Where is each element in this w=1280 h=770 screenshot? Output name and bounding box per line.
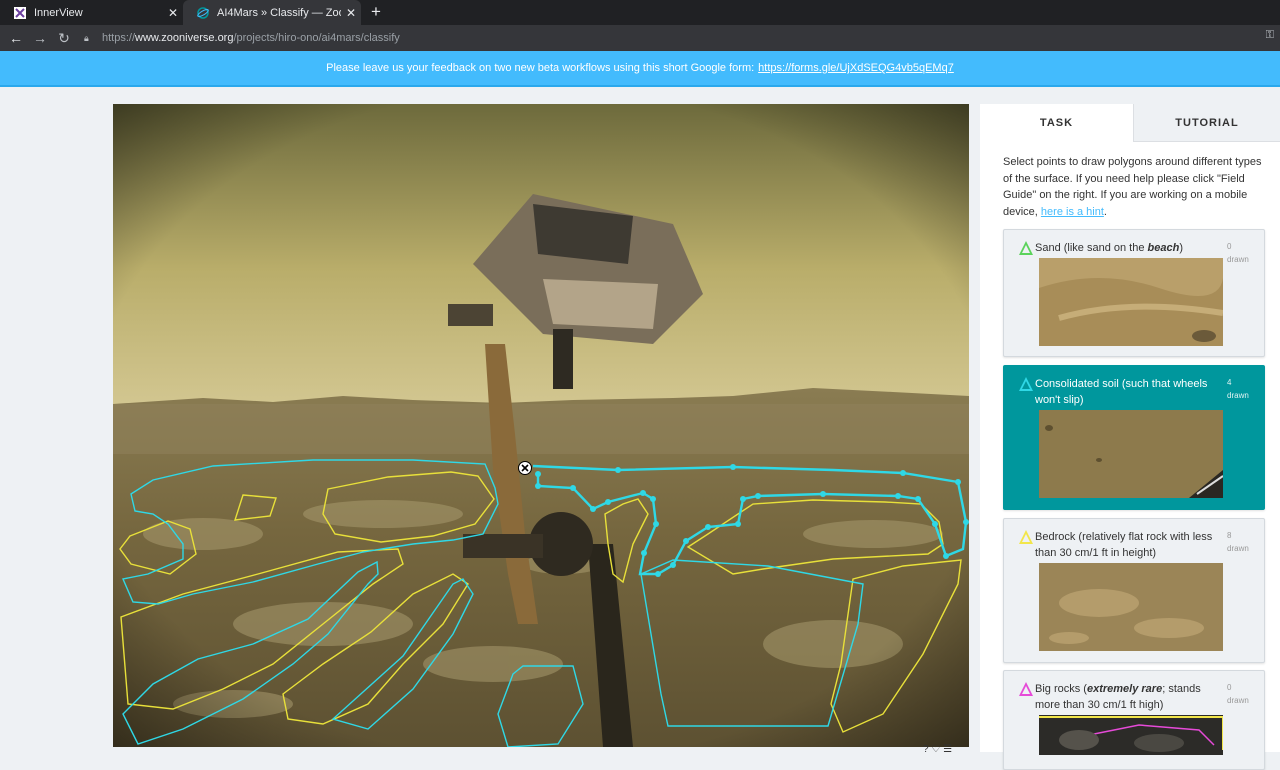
tool-consolidated-soil[interactable]: Consolidated soil (such that wheels won'… [1003, 365, 1265, 510]
url-host: www.zooniverse.org [135, 32, 234, 44]
close-icon[interactable]: ✕ [163, 6, 183, 20]
feedback-form-link[interactable]: https://forms.gle/UjXdSEQG4vb5qEMq7 [758, 62, 954, 74]
task-instructions: Select points to draw polygons around di… [1003, 154, 1263, 220]
lock-icon: 🔒︎ [84, 32, 89, 43]
sand-example-image [1039, 258, 1223, 346]
bedrock-triangle-icon [1019, 530, 1033, 544]
tool-label: Sand (like sand on the beach) [1035, 242, 1183, 254]
feedback-banner: Please leave us your feedback on two new… [0, 51, 1280, 87]
drawn-count: 4 drawn [1227, 378, 1249, 400]
delete-polygon-icon[interactable] [518, 461, 532, 475]
task-tabs: TASK TUTORIAL [980, 104, 1280, 142]
big-rocks-triangle-icon [1019, 682, 1033, 696]
tool-big-rocks[interactable]: Big rocks (extremely rare; stands more t… [1003, 670, 1265, 770]
browser-toolbar: ← → ↻ 🔒︎ https://www.zooniverse.org/proj… [0, 25, 1280, 51]
reload-icon[interactable]: ↻ [52, 26, 76, 50]
banner-text: Please leave us your feedback on two new… [326, 62, 755, 74]
key-icon[interactable]: ⚿ [1266, 29, 1274, 42]
tab-tutorial[interactable]: TUTORIAL [1133, 104, 1280, 142]
back-arrow-icon[interactable]: ← [4, 26, 28, 50]
soil-triangle-icon [1019, 377, 1033, 391]
browser-tab-strip: InnerView ✕ AI4Mars » Classify — Zoonive… [0, 0, 1280, 25]
zooniverse-favicon-icon [197, 6, 209, 19]
instructions-end: . [1103, 205, 1107, 218]
tab-task[interactable]: TASK [980, 104, 1133, 142]
soil-example-image [1039, 410, 1223, 498]
browser-tab-innerview[interactable]: InnerView ✕ [0, 0, 183, 25]
tool-label: Big rocks (extremely rare; stands more t… [1035, 683, 1201, 711]
new-tab-plus-icon[interactable]: + [366, 2, 386, 22]
bedrock-example-image [1039, 563, 1223, 651]
subject-image-viewer[interactable] [113, 104, 969, 747]
drawn-count: 0 drawn [1227, 242, 1249, 264]
address-bar[interactable]: 🔒︎ https://www.zooniverse.org/projects/h… [84, 28, 1274, 48]
close-icon[interactable]: ✕ [341, 6, 361, 20]
url-path: /projects/hiro-ono/ai4mars/classify [233, 32, 400, 44]
innerview-favicon-icon [14, 6, 26, 19]
tab-title: InnerView [34, 6, 83, 19]
url-prefix: https:// [102, 32, 136, 44]
forward-arrow-icon[interactable]: → [28, 26, 52, 50]
drawn-count: 8 drawn [1227, 531, 1249, 553]
task-panel: TASK TUTORIAL Select points to draw poly… [980, 104, 1280, 770]
big-rocks-example-image [1039, 715, 1223, 755]
tool-label: Consolidated soil (such that wheels won'… [1035, 378, 1208, 406]
tab-title: AI4Mars » Classify — Zooniverse [217, 6, 341, 19]
browser-tab-ai4mars[interactable]: AI4Mars » Classify — Zooniverse ✕ [183, 0, 361, 25]
drawn-count: 0 drawn [1227, 683, 1249, 705]
sand-triangle-icon [1019, 241, 1033, 255]
mars-rover-image[interactable] [113, 104, 969, 747]
tool-sand[interactable]: Sand (like sand on the beach) 0 drawn [1003, 229, 1265, 357]
tool-bedrock[interactable]: Bedrock (relatively flat rock with less … [1003, 518, 1265, 663]
image-toolbar-icons[interactable]: ? ♡ ☰ [923, 744, 952, 755]
hint-link[interactable]: here is a hint [1041, 206, 1104, 218]
tool-label: Bedrock (relatively flat rock with less … [1035, 531, 1213, 559]
